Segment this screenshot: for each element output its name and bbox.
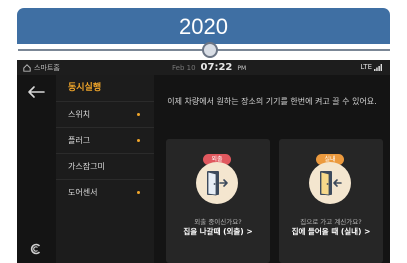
menu-item-label: 동시실행 <box>68 83 102 93</box>
back-arrow-icon[interactable] <box>26 85 46 99</box>
signal-bars-icon <box>374 63 382 71</box>
menu-item-simultaneous[interactable]: 동시실행 <box>56 75 154 101</box>
main-content: 이제 차량에서 원하는 장소의 기기를 한번에 켜고 끌 수 있어요. 외출 외… <box>154 75 390 263</box>
clock: Feb 10 07:22 PM <box>172 62 246 73</box>
menu-item-plug[interactable]: 플러그 <box>56 127 154 153</box>
status-dot <box>137 139 140 142</box>
door-exit-icon <box>207 171 228 196</box>
status-time: 07:22 <box>200 62 233 73</box>
year-banner: 2020 <box>17 8 390 44</box>
card-action: 집을 나갈때 (외출) > <box>183 227 253 236</box>
network-label: LTE <box>360 63 372 71</box>
year-label: 2020 <box>179 14 228 39</box>
status-date: Feb 10 <box>172 64 196 72</box>
status-bar: 스마트홈 Feb 10 07:22 PM LTE <box>17 60 390 75</box>
mode-card-outing[interactable]: 외출 외출 중이신가요? 집을 나갈때 (외출) > <box>166 139 270 263</box>
infotainment-screen: 스마트홈 Feb 10 07:22 PM LTE 동시실행 스위치 플러그 가스… <box>17 60 390 263</box>
status-dot <box>137 191 140 194</box>
status-dot <box>137 113 140 116</box>
status-ampm: PM <box>237 65 247 72</box>
timeline-dot <box>202 42 218 58</box>
instruction-text: 이제 차량에서 원하는 장소의 기기를 한번에 켜고 끌 수 있어요. <box>167 97 377 106</box>
app-indicator: 스마트홈 <box>23 63 60 73</box>
menu-item-label: 도어센서 <box>68 188 98 197</box>
menu-item-label: 스위치 <box>68 110 91 119</box>
app-name: 스마트홈 <box>34 64 60 72</box>
left-rail <box>17 75 55 263</box>
house-icon <box>23 64 31 72</box>
network-status: LTE <box>360 63 382 71</box>
icon-badge <box>309 162 351 204</box>
card-action: 집에 들어올 때 (실내) > <box>291 227 371 236</box>
card-question: 외출 중이신가요? <box>194 218 242 226</box>
brand-logo-icon <box>30 243 41 255</box>
card-question: 집으로 가고 계신가요? <box>300 218 362 226</box>
door-enter-icon <box>320 171 342 196</box>
menu-item-label: 플러그 <box>68 136 91 145</box>
menu-item-label: 가스잠그미 <box>68 162 105 171</box>
menu-item-gas-lock[interactable]: 가스잠그미 <box>56 153 154 179</box>
menu-item-switch[interactable]: 스위치 <box>56 101 154 127</box>
mode-card-home[interactable]: 실내 집으로 가고 계신가요? 집에 들어올 때 (실내) > <box>279 139 383 263</box>
icon-badge <box>196 162 238 204</box>
menu-item-door-sensor[interactable]: 도어센서 <box>56 179 154 205</box>
side-menu: 동시실행 스위치 플러그 가스잠그미 도어센서 <box>56 75 154 263</box>
